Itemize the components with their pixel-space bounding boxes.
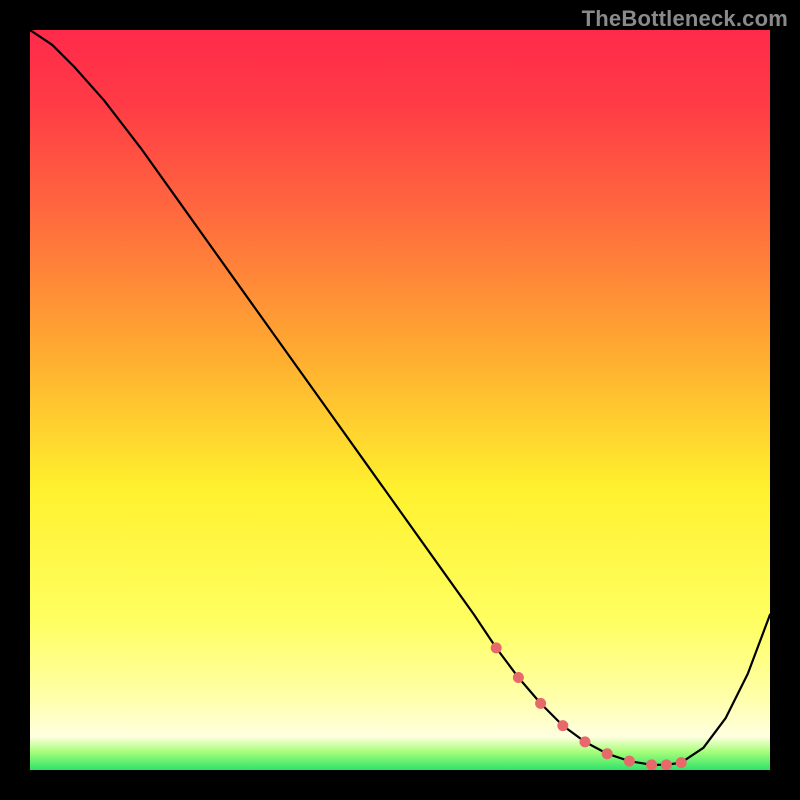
optimal-marker: [661, 759, 672, 770]
optimal-marker: [557, 720, 568, 731]
attribution-label: TheBottleneck.com: [582, 6, 788, 32]
optimal-marker: [535, 698, 546, 709]
optimal-marker: [646, 759, 657, 770]
optimal-marker: [491, 642, 502, 653]
bottleneck-chart: [30, 30, 770, 770]
optimal-marker: [580, 736, 591, 747]
optimal-marker: [602, 748, 613, 759]
optimal-marker: [513, 672, 524, 683]
optimal-marker: [624, 756, 635, 767]
optimal-marker: [676, 757, 687, 768]
gradient-background: [30, 30, 770, 770]
